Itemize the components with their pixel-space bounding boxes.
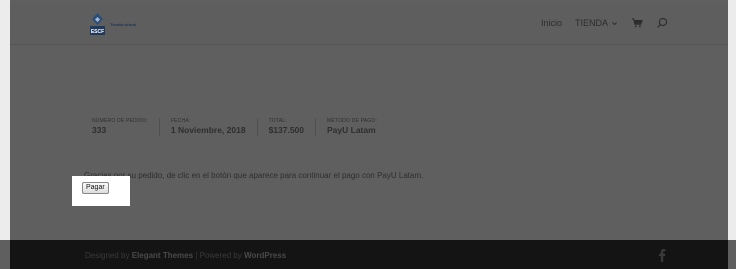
order-total: TOTAL: $137.500	[258, 118, 317, 136]
nav-item-shop-label: TIENDA	[574, 18, 608, 28]
cart-icon[interactable]	[631, 18, 643, 28]
page-frame-right	[728, 0, 736, 240]
order-total-value: $137.500	[268, 125, 305, 135]
order-overview: NÚMERO DE PEDIDO: 333 FECHA: 1 Noviembre…	[92, 118, 388, 136]
footer-theme-link[interactable]: Elegant Themes	[132, 251, 193, 260]
order-payment-method-value: PayU Latam	[327, 125, 376, 135]
order-total-label: TOTAL:	[268, 118, 287, 124]
main-nav: Inicio TIENDA	[541, 17, 668, 29]
logo-mark-icon: ESCF	[90, 13, 105, 35]
order-number-value: 333	[92, 125, 107, 135]
chevron-down-icon	[612, 21, 617, 25]
footer-wordpress-link[interactable]: WordPress	[244, 251, 286, 260]
site-header: ESCF Tienda virtual Inicio TIENDA	[10, 5, 728, 45]
order-payment-method: MÉTODO DE PAGO: PayU Latam	[316, 118, 388, 136]
logo-title-main: Tienda virtual	[110, 21, 136, 27]
site-footer: Designed by Elegant Themes | Powered by …	[10, 240, 728, 269]
pay-button[interactable]: Pagar	[82, 182, 109, 194]
payment-instructions: Gracias por su pedido, de clic en el bot…	[84, 171, 424, 180]
order-number-label: NÚMERO DE PEDIDO:	[92, 118, 148, 124]
order-date-value: 1 Noviembre, 2018	[170, 125, 246, 135]
footer-prefix: Designed by	[85, 251, 132, 260]
nav-item-shop[interactable]: TIENDA	[575, 18, 618, 28]
nav-item-home[interactable]: Inicio	[541, 18, 562, 28]
site-logo[interactable]: ESCF Tienda virtual	[89, 12, 136, 36]
search-icon[interactable]	[656, 17, 668, 29]
facebook-icon[interactable]	[658, 248, 666, 262]
order-payment-method-label: MÉTODO DE PAGO:	[327, 118, 378, 124]
footer-separator: | Powered by	[193, 251, 245, 260]
order-number: NÚMERO DE PEDIDO: 333	[92, 118, 160, 136]
logo-mark-text: ESCF	[91, 29, 104, 35]
order-date-label: FECHA:	[170, 118, 191, 124]
footer-credits: Designed by Elegant Themes | Powered by …	[85, 251, 286, 260]
logo-title: Tienda virtual	[110, 22, 136, 27]
page-frame-left	[0, 0, 10, 240]
order-date: FECHA: 1 Noviembre, 2018	[160, 118, 258, 136]
